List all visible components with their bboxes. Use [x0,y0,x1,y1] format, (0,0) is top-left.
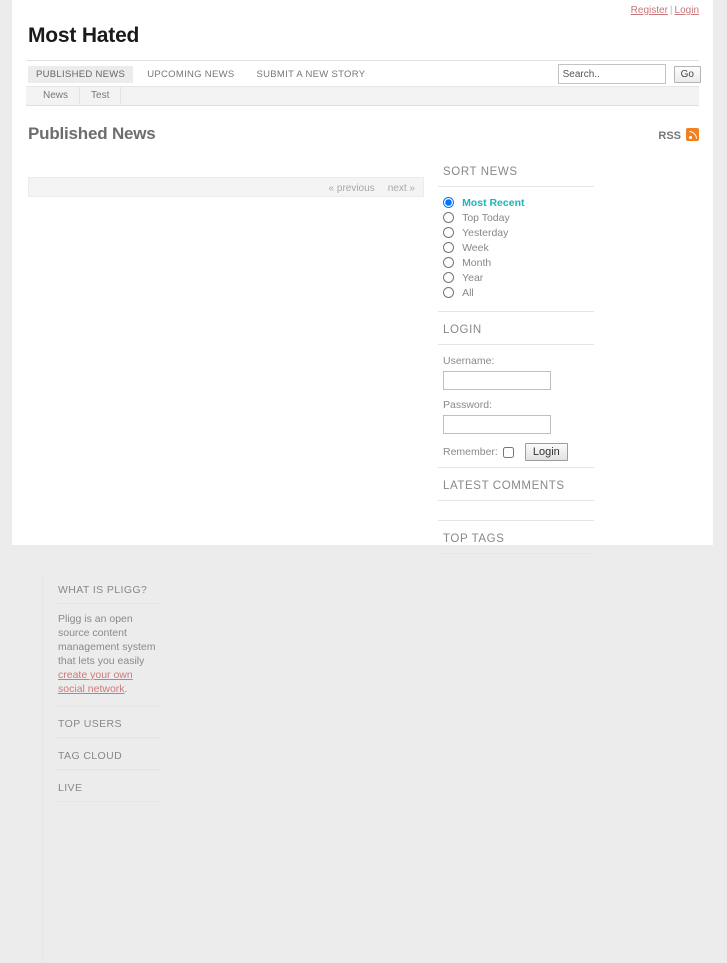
sub-nav-item: News [32,87,81,104]
top-tags-heading: TOP TAGS [438,521,594,554]
top-users-widget: TOP USERS [55,706,160,738]
sort-label-most-recent[interactable]: Most Recent [462,197,524,209]
sort-option-yesterday[interactable]: Yesterday [443,226,594,240]
remember-me-checkbox[interactable] [502,446,514,458]
main-navigation: PUBLISHED NEWS UPCOMING NEWS SUBMIT A NE… [12,61,713,84]
live-widget: LIVE [55,770,160,802]
sort-label-yesterday[interactable]: Yesterday [462,227,508,239]
sort-option-top-today[interactable]: Top Today [443,211,594,225]
live-heading: LIVE [55,771,160,802]
main-nav-item: SUBMIT A NEW STORY [249,66,374,83]
sort-label-year[interactable]: Year [462,272,483,284]
right-sidebar: WHAT IS PLIGG? Pligg is an open source c… [42,573,160,963]
what-is-pligg-body: Pligg is an open source content manageme… [55,604,160,706]
sub-nav-item: Test [80,87,122,104]
login-submit-button[interactable]: Login [524,443,568,461]
login-heading: LOGIN [438,312,594,345]
sort-radio-most-recent[interactable] [443,197,454,208]
password-input[interactable] [443,415,551,434]
register-link[interactable]: Register [631,5,668,16]
sort-news-options: Most Recent Top Today Yesterday Week Mon… [438,187,594,311]
main-nav-item: UPCOMING NEWS [139,66,242,83]
sort-label-month[interactable]: Month [462,257,491,269]
password-label: Password: [443,399,493,411]
nav-upcoming-news[interactable]: UPCOMING NEWS [139,66,242,83]
sort-news-heading: SORT NEWS [438,154,594,187]
sub-navigation: News Test [26,86,699,106]
login-form: Username: Password: Remember: Login [438,345,594,467]
remember-label: Remember: [443,446,498,458]
sort-option-month[interactable]: Month [443,256,594,270]
tag-cloud-heading: TAG CLOUD [55,739,160,770]
subnav-news[interactable]: News [32,87,81,104]
sort-label-all[interactable]: All [462,287,474,299]
latest-comments-body [438,501,594,520]
remember-me-row: Remember: Login [443,443,589,461]
sort-radio-all[interactable] [443,287,454,298]
middle-sidebar: SORT NEWS Most Recent Top Today Yesterda… [438,154,594,573]
sort-option-week[interactable]: Week [443,241,594,255]
pagination-next[interactable]: next » [388,183,415,194]
pagination-bar: « previous next » [28,177,424,197]
sort-option-year[interactable]: Year [443,271,594,285]
sort-radio-month[interactable] [443,257,454,268]
search-form: Go [557,64,701,84]
search-go-button[interactable]: Go [673,65,701,83]
login-link[interactable]: Login [675,5,699,16]
user-account-bar: Register | Login [12,0,713,20]
what-is-pligg-widget: WHAT IS PLIGG? Pligg is an open source c… [55,573,160,706]
sort-radio-year[interactable] [443,272,454,283]
sort-label-top-today[interactable]: Top Today [462,212,510,224]
rss-link[interactable]: RSS [658,128,699,142]
sort-radio-yesterday[interactable] [443,227,454,238]
site-header: Most Hated [12,20,713,60]
sort-label-week[interactable]: Week [462,242,489,254]
site-logo[interactable]: Most Hated [28,24,139,47]
top-users-heading: TOP USERS [55,707,160,738]
username-label: Username: [443,355,495,367]
main-content-column: « previous next » [28,154,424,197]
pagination-previous[interactable]: « previous [329,183,375,194]
content-columns: « previous next » SORT NEWS Most Recent … [12,154,713,963]
nav-submit-new-story[interactable]: SUBMIT A NEW STORY [249,66,374,83]
rss-label: RSS [658,130,681,142]
page-title: Published News [28,124,156,143]
sort-radio-week[interactable] [443,242,454,253]
sort-option-most-recent[interactable]: Most Recent [443,196,594,210]
search-input[interactable] [557,64,666,84]
pligg-text-before: Pligg is an open source content manageme… [58,613,156,667]
main-nav-item: PUBLISHED NEWS [28,66,134,83]
sort-option-all[interactable]: All [443,286,594,300]
sort-radio-top-today[interactable] [443,212,454,223]
username-input[interactable] [443,371,551,390]
userbar-separator: | [669,5,673,16]
create-social-network-link[interactable]: create your own social network [58,669,133,695]
page-heading-area: Published News RSS [12,106,713,154]
latest-comments-heading: LATEST COMMENTS [438,468,594,501]
login-widget: LOGIN Username: Password: Remember: Logi… [438,311,594,467]
nav-published-news[interactable]: PUBLISHED NEWS [28,66,134,83]
rss-icon [686,128,699,141]
subnav-test[interactable]: Test [80,87,122,104]
top-tags-widget: TOP TAGS [438,520,594,573]
tag-cloud-widget: TAG CLOUD [55,738,160,770]
pligg-text-after: . [124,683,128,695]
what-is-pligg-heading: WHAT IS PLIGG? [55,573,160,604]
page-container: Register | Login Most Hated PUBLISHED NEWS… [12,0,713,963]
sort-news-widget: SORT NEWS Most Recent Top Today Yesterda… [438,154,594,311]
top-tags-body [438,554,594,573]
latest-comments-widget: LATEST COMMENTS [438,467,594,520]
